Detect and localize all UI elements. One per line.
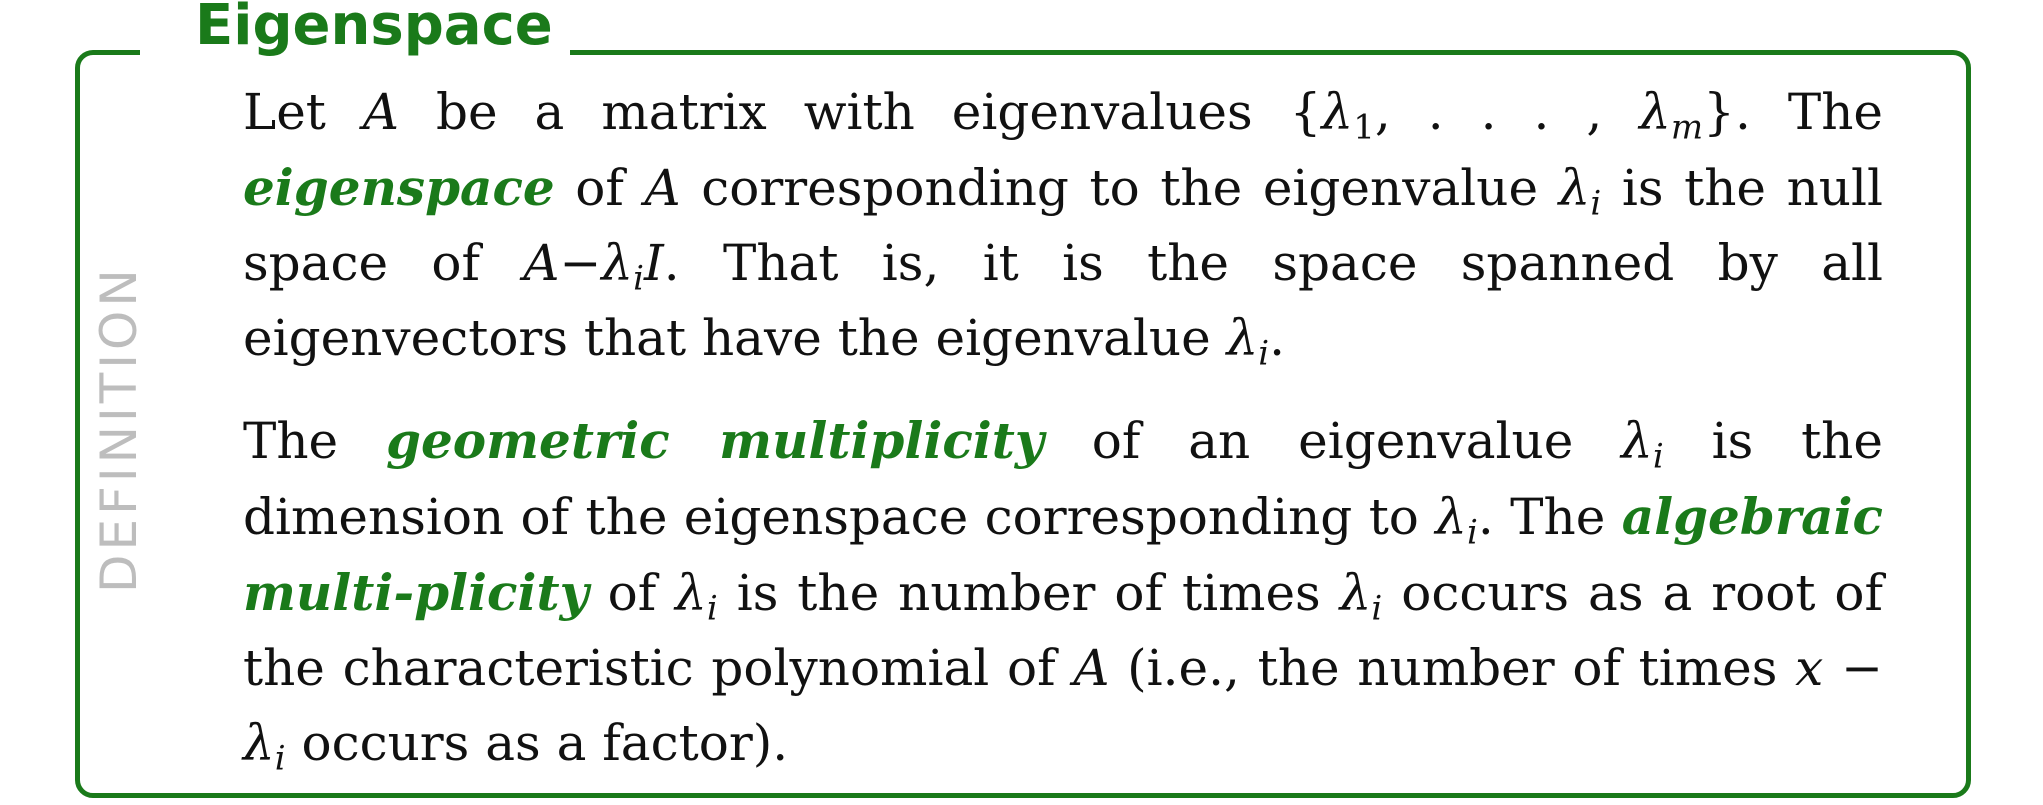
- definition-content: Let A be a matrix with eigenvalues {λ1, …: [243, 75, 1883, 781]
- term-geometric-multiplicity: geometric multiplicity: [386, 411, 1044, 470]
- definition-title: Eigenspace: [195, 0, 553, 58]
- definition-side-label: DEFINITION: [90, 265, 148, 593]
- paragraph-eigenspace: Let A be a matrix with eigenvalues {λ1, …: [243, 83, 1884, 374]
- paragraph-multiplicity: The geometric multiplicity of an eigenva…: [243, 411, 1883, 779]
- term-eigenspace: eigenspace: [243, 158, 555, 217]
